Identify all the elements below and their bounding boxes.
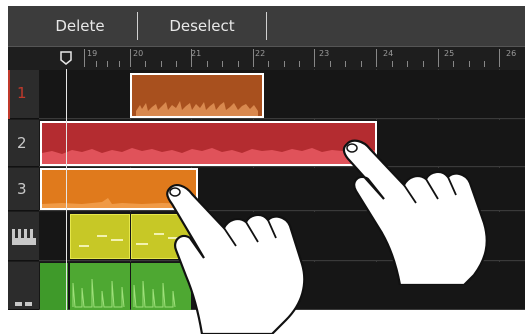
ruler-minor-tick (407, 61, 408, 67)
ruler-major-tick (499, 49, 500, 67)
ruler-minor-tick (268, 61, 269, 67)
ruler-minor-tick (361, 61, 362, 67)
ruler-minor-tick (107, 61, 108, 67)
track-header-3[interactable]: 3 (8, 168, 39, 211)
track-lane-1[interactable] (39, 70, 525, 119)
ruler-minor-tick (222, 61, 223, 67)
ruler-major-tick (438, 49, 439, 67)
ruler-minor-tick (330, 61, 331, 67)
track-header-2[interactable]: 2 (8, 120, 39, 167)
timeline-ruler[interactable]: 19 20 21 22 23 24 25 26 (8, 46, 525, 70)
deselect-button[interactable]: Deselect (148, 6, 256, 46)
bar-number: 26 (506, 49, 517, 58)
ruler-minor-tick (469, 61, 470, 67)
ruler-minor-tick (176, 61, 177, 67)
delete-button[interactable]: Delete (28, 6, 132, 46)
midi-notes (79, 235, 123, 247)
ruler-minor-tick (161, 61, 162, 67)
waveform (136, 101, 258, 116)
track-number: 1 (17, 84, 27, 102)
ruler-minor-tick (484, 61, 485, 67)
region-track-1[interactable] (130, 73, 264, 118)
ruler-major-tick (84, 49, 85, 67)
ruler-minor-tick (299, 61, 300, 67)
region-track-2[interactable] (40, 121, 377, 166)
bar-number: 23 (319, 49, 330, 58)
playhead-marker-icon[interactable] (60, 51, 72, 65)
ruler-minor-tick (345, 61, 346, 67)
playhead-line (66, 69, 67, 310)
bar-number: 21 (191, 49, 202, 58)
track-color-strip (8, 70, 10, 119)
drum-icon (15, 302, 32, 306)
bar-number: 22 (255, 49, 266, 58)
track-header-4[interactable] (8, 212, 39, 261)
region-track-4a[interactable] (70, 214, 130, 259)
track-number: 2 (17, 134, 27, 152)
ruler-minor-tick (207, 61, 208, 67)
ruler-minor-tick (238, 61, 239, 67)
toolbar: Delete Deselect (8, 6, 525, 46)
ruler-major-tick (314, 49, 315, 67)
waveform (42, 148, 375, 164)
region-track-5a[interactable] (40, 263, 68, 310)
hand-pointer-icon (342, 139, 488, 285)
ruler-minor-tick (423, 61, 424, 67)
ruler-major-tick (253, 49, 254, 67)
toolbar-divider (266, 12, 267, 40)
track-header-1[interactable]: 1 (8, 70, 39, 119)
ruler-major-tick (191, 49, 192, 67)
track-header-5[interactable] (8, 262, 39, 310)
ruler-minor-tick (392, 61, 393, 67)
waveform (72, 278, 125, 308)
region-track-5b[interactable] (70, 263, 130, 310)
screen: Delete Deselect 19 20 21 22 23 24 25 26 (0, 0, 525, 334)
bar-number: 25 (444, 49, 455, 58)
track-number: 3 (17, 180, 27, 198)
bar-number: 19 (87, 49, 98, 58)
ruler-minor-tick (145, 61, 146, 67)
ruler-minor-tick (284, 61, 285, 67)
ruler-major-tick (130, 49, 131, 67)
bar-number: 24 (383, 49, 394, 58)
ruler-minor-tick (96, 61, 97, 67)
ruler-minor-tick (453, 61, 454, 67)
bar-number: 20 (133, 49, 144, 58)
toolbar-divider (137, 12, 138, 40)
hand-pointer-icon (166, 184, 306, 334)
piano-keys-icon (12, 229, 36, 245)
ruler-major-tick (376, 49, 377, 67)
ruler-minor-tick (119, 61, 120, 67)
